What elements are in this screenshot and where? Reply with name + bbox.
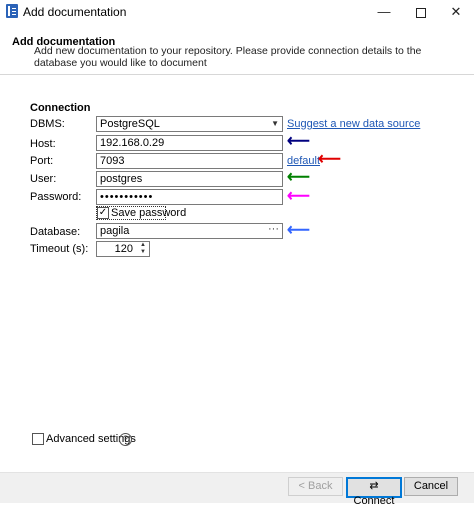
database-arrow-icon: ⟵ xyxy=(287,222,310,239)
wizard-header: Add documentation Add new documentation … xyxy=(0,24,474,75)
cancel-button[interactable]: Cancel xyxy=(404,477,458,496)
save-password-label: Save password xyxy=(111,207,187,219)
timeout-stepper[interactable]: 120 ▲ ▼ xyxy=(96,241,150,257)
user-input[interactable]: postgres xyxy=(96,171,283,187)
dbms-value: PostgreSQL xyxy=(100,118,160,130)
back-button[interactable]: < Back xyxy=(288,477,343,496)
header-description: Add new documentation to your repository… xyxy=(34,45,422,69)
close-button[interactable]: ✕ xyxy=(438,0,474,24)
close-icon: ✕ xyxy=(450,4,462,19)
user-label: User: xyxy=(30,173,57,185)
maximize-button[interactable] xyxy=(403,0,439,24)
minimize-button[interactable]: — xyxy=(366,0,402,24)
window-title: Add documentation xyxy=(23,5,127,19)
timeout-label: Timeout (s): xyxy=(30,243,89,255)
title-bar: Add documentation — ✕ xyxy=(0,0,474,24)
host-arrow-icon: ⟵ xyxy=(287,133,310,150)
port-default-link[interactable]: default xyxy=(287,155,320,167)
host-label: Host: xyxy=(30,138,56,150)
help-icon[interactable]: ? xyxy=(119,433,132,446)
advanced-settings-checkbox[interactable] xyxy=(32,433,44,445)
suggest-data-source-link[interactable]: Suggest a new data source xyxy=(287,118,420,130)
app-icon xyxy=(6,4,18,18)
database-value: pagila xyxy=(100,225,130,237)
stepper-arrows-icon[interactable]: ▲ ▼ xyxy=(138,242,148,256)
host-input[interactable]: 192.168.0.29 xyxy=(96,135,283,151)
connect-label: Connect xyxy=(353,495,395,507)
minimize-icon: — xyxy=(377,4,391,19)
port-arrow-icon: ⟵ xyxy=(318,151,341,168)
dbms-select[interactable]: PostgreSQL ▼ xyxy=(96,116,283,132)
dbms-label: DBMS: xyxy=(30,118,65,130)
connection-section-label: Connection xyxy=(30,102,91,114)
maximize-icon xyxy=(416,7,426,18)
database-label: Database: xyxy=(30,226,81,238)
port-label: Port: xyxy=(30,155,54,167)
user-arrow-icon: ⟵ xyxy=(287,169,310,186)
password-arrow-icon: ⟵ xyxy=(287,188,310,205)
browse-button[interactable]: ··· xyxy=(268,222,279,236)
save-password-checkbox[interactable]: ✓ xyxy=(97,207,109,219)
chevron-down-icon: ▼ xyxy=(271,119,279,128)
timeout-value: 120 xyxy=(114,243,133,255)
connect-button[interactable]: ⇄ Connect xyxy=(346,477,402,507)
connect-icon: ⇄ xyxy=(369,480,379,492)
wizard-footer xyxy=(0,472,474,503)
database-input[interactable]: pagila ··· xyxy=(96,223,283,239)
port-input[interactable]: 7093 xyxy=(96,153,283,169)
password-input[interactable]: ••••••••••• xyxy=(96,189,283,205)
password-label: Password: xyxy=(30,191,82,203)
